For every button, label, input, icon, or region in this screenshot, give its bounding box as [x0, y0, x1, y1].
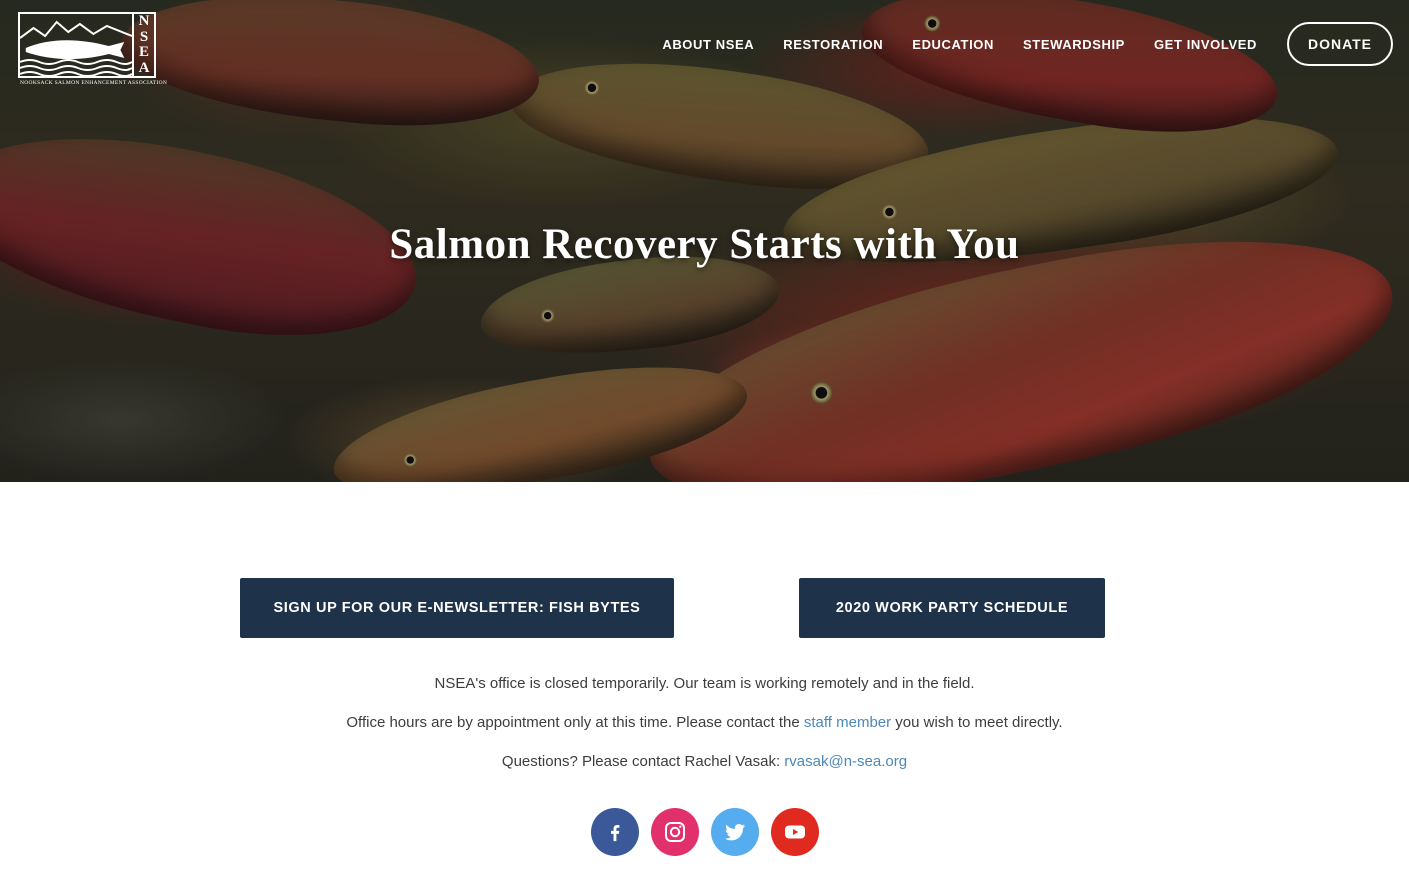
- office-hours-text-end: you wish to meet directly.: [891, 714, 1063, 731]
- nav-item-stewardship[interactable]: STEWARDSHIP: [1023, 37, 1125, 52]
- main-nav: ABOUT NSEA RESTORATION EDUCATION STEWARD…: [633, 0, 1393, 88]
- staff-member-link[interactable]: staff member: [804, 714, 891, 731]
- newsletter-signup-button[interactable]: SIGN UP FOR OUR E-NEWSLETTER: FISH BYTES: [240, 578, 674, 638]
- nav-item-education[interactable]: EDUCATION: [912, 37, 994, 52]
- twitter-link[interactable]: [711, 808, 759, 856]
- logo-tagline: NOOKSACK SALMON ENHANCEMENT ASSOCIATION: [20, 80, 168, 86]
- nav-item-about[interactable]: ABOUT NSEA: [662, 37, 754, 52]
- youtube-icon: [785, 825, 805, 839]
- logo-mark: [20, 14, 134, 76]
- social-links: [591, 808, 819, 856]
- instagram-icon: [665, 822, 685, 842]
- donate-button[interactable]: DONATE: [1287, 22, 1393, 66]
- email-link[interactable]: rvasak@n-sea.org: [784, 753, 907, 770]
- youtube-link[interactable]: [771, 808, 819, 856]
- contact-text: Questions? Please contact Rachel Vasak:: [501, 753, 785, 770]
- office-closed-notice: NSEA's office is closed temporarily. Our…: [434, 675, 975, 692]
- instagram-link[interactable]: [651, 808, 699, 856]
- office-hours-text: Office hours are by appointment only at …: [346, 714, 804, 731]
- nsea-logo[interactable]: N S E A NOOKSACK SALMON ENHANCEMENT ASSO…: [18, 12, 167, 86]
- nav-item-restoration[interactable]: RESTORATION: [783, 37, 883, 52]
- facebook-link[interactable]: [591, 808, 639, 856]
- work-party-schedule-button[interactable]: 2020 WORK PARTY SCHEDULE: [799, 578, 1105, 638]
- office-hours-notice: Office hours are by appointment only at …: [0, 714, 1409, 731]
- contact-notice: Questions? Please contact Rachel Vasak: …: [0, 753, 1409, 770]
- facebook-icon: [611, 824, 620, 842]
- hero-title: Salmon Recovery Starts with You: [389, 221, 1020, 268]
- nav-item-get-involved[interactable]: GET INVOLVED: [1154, 37, 1257, 52]
- logo-letters: N S E A: [138, 13, 150, 76]
- twitter-icon: [725, 824, 745, 841]
